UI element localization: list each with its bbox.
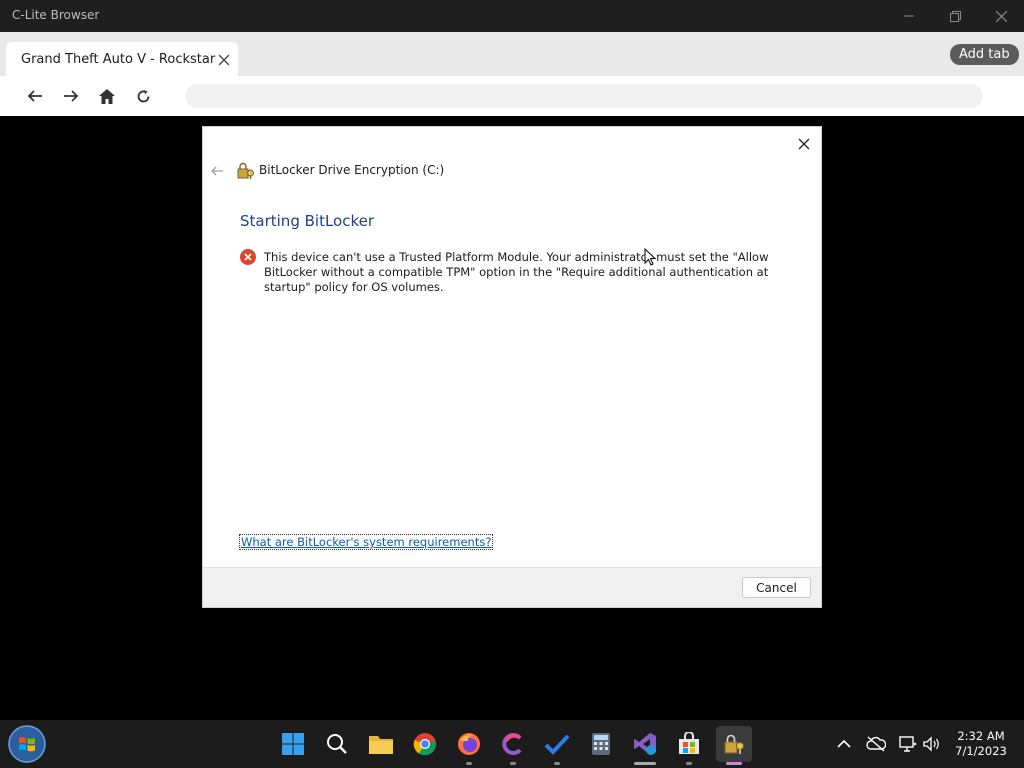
firefox-icon[interactable] bbox=[453, 728, 485, 760]
system-requirements-link[interactable]: What are BitLocker's system requirements… bbox=[238, 534, 494, 550]
todo-icon[interactable] bbox=[541, 728, 573, 760]
address-bar[interactable] bbox=[185, 84, 983, 108]
chevron-up-icon[interactable] bbox=[834, 734, 854, 754]
cancel-button[interactable]: Cancel bbox=[742, 577, 811, 598]
visual-studio-icon[interactable] bbox=[629, 728, 661, 760]
error-message: This device can't use a Trusted Platform… bbox=[264, 250, 769, 294]
close-icon bbox=[995, 10, 1007, 22]
tab-close-icon[interactable] bbox=[218, 54, 230, 66]
reload-icon bbox=[137, 89, 149, 102]
minimize-button[interactable] bbox=[886, 0, 932, 32]
home-icon bbox=[99, 88, 115, 104]
arrow-right-icon bbox=[64, 90, 79, 102]
chrome-icon[interactable] bbox=[409, 728, 441, 760]
close-icon bbox=[798, 138, 810, 150]
back-button[interactable] bbox=[25, 86, 45, 106]
clock-time: 2:32 AM bbox=[957, 729, 1005, 743]
dialog-footer: Cancel bbox=[203, 567, 821, 607]
calculator-icon[interactable] bbox=[585, 728, 617, 760]
reload-button[interactable] bbox=[133, 86, 153, 106]
app-title: C-Lite Browser bbox=[12, 8, 100, 22]
browser-title-bar: C-Lite Browser bbox=[0, 0, 1024, 32]
restore-button[interactable] bbox=[932, 0, 978, 32]
restore-icon bbox=[949, 10, 961, 22]
windows-start-icon[interactable] bbox=[277, 728, 309, 760]
home-button[interactable] bbox=[97, 86, 117, 106]
network-icon[interactable] bbox=[898, 734, 918, 754]
dialog-heading: Starting BitLocker bbox=[240, 212, 375, 230]
mouse-cursor-icon bbox=[644, 248, 656, 266]
dialog-window-title: BitLocker Drive Encryption (C:) bbox=[259, 163, 445, 177]
browser-c-icon[interactable] bbox=[497, 728, 529, 760]
minimize-icon bbox=[904, 15, 914, 17]
add-tab-button[interactable]: Add tab bbox=[950, 44, 1019, 65]
bitlocker-drive-icon bbox=[237, 162, 254, 179]
arrow-left-icon bbox=[27, 90, 42, 102]
tab-active[interactable]: Grand Theft Auto V - Rockstar Ga bbox=[6, 42, 238, 76]
tab-title: Grand Theft Auto V - Rockstar Ga bbox=[21, 52, 219, 67]
tab-strip: Grand Theft Auto V - Rockstar Ga Add tab bbox=[0, 32, 1024, 76]
bitlocker-dialog: BitLocker Drive Encryption (C:) Starting… bbox=[202, 126, 822, 608]
bitlocker-icon[interactable] bbox=[716, 726, 752, 762]
back-arrow-icon[interactable] bbox=[209, 163, 225, 179]
close-window-button[interactable] bbox=[978, 0, 1024, 32]
taskbar: 2:32 AM 7/1/2023 bbox=[0, 720, 1024, 768]
error-icon bbox=[240, 249, 256, 265]
dialog-close-button[interactable] bbox=[793, 133, 815, 155]
search-icon[interactable] bbox=[321, 728, 353, 760]
volume-icon[interactable] bbox=[921, 734, 941, 754]
store-icon[interactable] bbox=[673, 728, 705, 760]
system-clock[interactable]: 2:32 AM 7/1/2023 bbox=[946, 729, 1016, 759]
forward-button[interactable] bbox=[61, 86, 81, 106]
onedrive-offline-icon[interactable] bbox=[866, 734, 886, 754]
clock-date: 7/1/2023 bbox=[955, 744, 1007, 758]
windows7-start-orb-icon[interactable] bbox=[8, 725, 46, 763]
file-explorer-icon[interactable] bbox=[365, 728, 397, 760]
